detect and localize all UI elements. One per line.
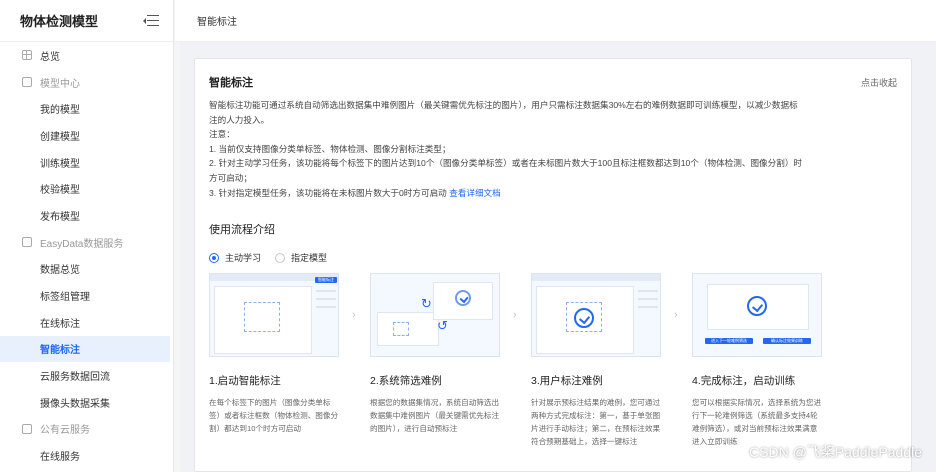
step-3-title: 3.用户标注难例 bbox=[531, 375, 603, 387]
sidebar-item-label: 数据总览 bbox=[40, 265, 80, 277]
cloud-icon bbox=[22, 423, 32, 434]
sidebar-item-label: 模型中心 bbox=[40, 78, 80, 90]
sidebar-menu: 总览 模型中心 我的模型 创建模型 训练模型 校验模型 发布模型 EasyDat… bbox=[0, 42, 173, 469]
thumb-line bbox=[316, 290, 336, 292]
thumb-smart-label-button: 智能标注 bbox=[315, 277, 337, 283]
doc-link[interactable]: 查看详细文档 bbox=[449, 188, 501, 198]
sidebar-item-label: 标签组管理 bbox=[40, 292, 90, 304]
chevron-right-icon: › bbox=[513, 309, 517, 321]
sidebar-group-public-cloud[interactable]: 公有云服务 bbox=[0, 416, 173, 443]
thumb-toolbar bbox=[532, 274, 660, 281]
refresh-arrow-icon: ↻ bbox=[421, 296, 432, 311]
thumb-line bbox=[316, 306, 336, 308]
step-1-desc: 在每个标签下的图片（图像分类单标签）或者标注框数（物体检测、图像分割）都达到10… bbox=[209, 398, 339, 433]
step-3-illustration bbox=[531, 273, 661, 357]
step-2: ↻ ↺ 2.系统筛选难例 根据您的数据集情况，系统自动筛选出数据集中难例图片（最… bbox=[370, 273, 500, 435]
sidebar-item-label: 训练模型 bbox=[40, 158, 80, 170]
radio-label-specified-model[interactable]: 指定模型 bbox=[291, 251, 327, 264]
thumb-cloud-icon bbox=[455, 290, 471, 306]
note-3-row: 3. 针对指定模型任务，该功能将在未标图片数大于0时方可启动 查看详细文档 bbox=[209, 186, 803, 201]
step-1-title: 1.启动智能标注 bbox=[209, 375, 281, 387]
sidebar-item-label: 云服务数据回流 bbox=[40, 372, 110, 384]
sidebar-item-label: 在线服务 bbox=[40, 452, 80, 464]
sidebar-item-label: 摄像头数据采集 bbox=[40, 398, 110, 410]
chevron-right-icon: › bbox=[352, 309, 356, 321]
step-2-illustration: ↻ ↺ bbox=[370, 273, 500, 357]
topbar: 智能标注 bbox=[175, 0, 936, 42]
card-title: 智能标注 bbox=[209, 77, 253, 89]
thumb-bbox bbox=[244, 302, 280, 332]
sidebar-item-camera-collection[interactable]: 摄像头数据采集 bbox=[0, 389, 173, 416]
step-4-desc: 您可以根据实际情况，选择系统为您进行下一轮难例筛选（系统最多支持4轮难例筛选），… bbox=[692, 398, 822, 446]
smart-labeling-card: 智能标注 点击收起 智能标注功能可通过系统自动筛选出数据集中难例图片（最关键需优… bbox=[194, 58, 912, 472]
radio-specified-model[interactable] bbox=[275, 252, 286, 263]
sidebar-header: 物体检测模型 bbox=[0, 0, 173, 42]
note-3: 3. 针对指定模型任务，该功能将在未标图片数大于0时方可启动 bbox=[209, 187, 447, 198]
thumb-bbox bbox=[393, 322, 409, 336]
check-circle-icon bbox=[747, 296, 767, 316]
sidebar-item-label: 在线标注 bbox=[40, 318, 80, 330]
note-title: 注意： bbox=[209, 129, 235, 140]
mode-radio-group: 主动学习 指定模型 bbox=[209, 251, 341, 264]
sidebar-item-publish-model[interactable]: 发布模型 bbox=[0, 202, 173, 229]
flow-title: 使用流程介绍 bbox=[209, 224, 275, 236]
watermark: CSDN @飞桨PaddlePaddle bbox=[749, 444, 922, 460]
sidebar-item-cloud-data-reflow[interactable]: 云服务数据回流 bbox=[0, 362, 173, 389]
thumb-line bbox=[316, 298, 336, 300]
step-3: 3.用户标注难例 针对展示预标注结果的难例，您可通过两种方式完成标注：第一，基于… bbox=[531, 273, 661, 448]
sidebar-item-overview[interactable]: 总览 bbox=[0, 42, 173, 69]
sidebar-scrollbar[interactable] bbox=[174, 42, 180, 472]
sidebar: 物体检测模型 总览 模型中心 我的模型 创建模型 训练模型 校验模型 发布模型 … bbox=[0, 0, 174, 472]
note-2: 2. 针对主动学习任务，该功能将每个标签下的图片达到10个（图像分类单标签）或者… bbox=[209, 158, 803, 183]
sidebar-item-label: 智能标注 bbox=[40, 345, 80, 357]
sidebar-item-label: 总览 bbox=[40, 51, 60, 63]
sidebar-item-label: 我的模型 bbox=[40, 105, 80, 117]
note-1: 1. 当前仅支持图像分类单标签、物体检测、图像分割标注类型； bbox=[209, 143, 451, 154]
sidebar-item-create-model[interactable]: 创建模型 bbox=[0, 122, 173, 149]
step-3-desc: 针对展示预标注结果的难例，您可通过两种方式完成标注：第一，基于单张图片进行手动标… bbox=[531, 398, 661, 446]
refresh-arrow-icon: ↺ bbox=[437, 318, 448, 333]
thumb-line bbox=[638, 290, 658, 292]
step-4-illustration: 进入下一轮难例筛选 确认标注效果训练 bbox=[692, 273, 822, 357]
step-2-desc: 根据您的数据集情况，系统自动筛选出数据集中难例图片（最关键需优先标注的图片），进… bbox=[370, 398, 500, 433]
app-title: 物体检测模型 bbox=[20, 14, 99, 29]
sidebar-item-data-overview[interactable]: 数据总览 bbox=[0, 256, 173, 283]
sidebar-item-smart-labeling[interactable]: 智能标注 bbox=[0, 335, 170, 363]
sidebar-item-my-models[interactable]: 我的模型 bbox=[0, 95, 173, 122]
model-icon bbox=[22, 77, 32, 88]
sidebar-item-online-labeling[interactable]: 在线标注 bbox=[0, 309, 173, 336]
thumb-line bbox=[638, 306, 658, 308]
description: 智能标注功能可通过系统自动筛选出数据集中难例图片（最关键需优先标注的图片），用户… bbox=[209, 98, 803, 200]
intro-text: 智能标注功能可通过系统自动筛选出数据集中难例图片（最关键需优先标注的图片），用户… bbox=[209, 100, 798, 125]
sidebar-item-validate-model[interactable]: 校验模型 bbox=[0, 175, 173, 202]
sidebar-item-label: 公有云服务 bbox=[40, 425, 90, 437]
thumb-line bbox=[638, 298, 658, 300]
breadcrumb: 智能标注 bbox=[197, 17, 237, 28]
data-icon bbox=[22, 237, 32, 248]
sidebar-item-label: EasyData数据服务 bbox=[40, 238, 124, 250]
sidebar-item-label-groups[interactable]: 标签组管理 bbox=[0, 282, 173, 309]
radio-active-learning[interactable] bbox=[209, 252, 219, 263]
thumb-next-round-button: 进入下一轮难例筛选 bbox=[705, 338, 753, 344]
sidebar-item-train-model[interactable]: 训练模型 bbox=[0, 149, 173, 176]
sidebar-group-model-center[interactable]: 模型中心 bbox=[0, 69, 173, 96]
step-4-title: 4.完成标注，启动训练 bbox=[692, 375, 796, 387]
collapse-link[interactable]: 点击收起 bbox=[861, 76, 897, 89]
step-4: 进入下一轮难例筛选 确认标注效果训练 4.完成标注，启动训练 您可以根据实际情况… bbox=[692, 273, 822, 448]
sidebar-item-online-service[interactable]: 在线服务 bbox=[0, 442, 173, 469]
chevron-right-icon: › bbox=[674, 309, 678, 321]
grid-icon bbox=[22, 50, 32, 61]
check-circle-icon bbox=[574, 308, 594, 328]
menu-collapse-icon[interactable] bbox=[143, 14, 159, 27]
sidebar-item-label: 发布模型 bbox=[40, 211, 80, 223]
step-1: 智能标注 1.启动智能标注 在每个标签下的图片（图像分类单标签）或者标注框数（物… bbox=[209, 273, 339, 435]
sidebar-item-label: 校验模型 bbox=[40, 185, 80, 197]
step-1-illustration: 智能标注 bbox=[209, 273, 339, 357]
step-2-title: 2.系统筛选难例 bbox=[370, 375, 442, 387]
radio-label-active-learning[interactable]: 主动学习 bbox=[225, 251, 261, 264]
sidebar-item-label: 创建模型 bbox=[40, 131, 80, 143]
thumb-confirm-train-button: 确认标注效果训练 bbox=[763, 338, 811, 344]
sidebar-group-easydata[interactable]: EasyData数据服务 bbox=[0, 229, 173, 256]
